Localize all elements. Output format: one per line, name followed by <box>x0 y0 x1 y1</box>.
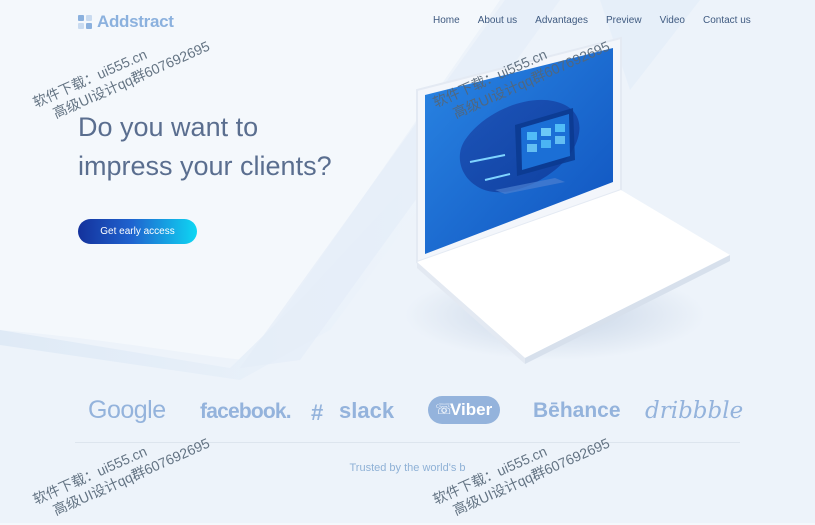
get-early-access-button[interactable]: Get early access <box>78 219 197 244</box>
logo-text: Addstract <box>97 12 174 31</box>
hero-headline-line2: impress your clients? <box>78 151 332 181</box>
dribbble-logo: dribbble <box>645 398 744 424</box>
nav-about-us[interactable]: About us <box>478 15 517 26</box>
behance-logo: Bēhance <box>533 399 621 422</box>
viber-logo-badge: ☏ Viber <box>428 396 500 424</box>
hero-headline-line1: Do you want to <box>78 112 259 142</box>
slack-logo: slack <box>339 398 395 423</box>
laptop-illustration <box>405 36 730 364</box>
slack-icon: # <box>311 400 324 425</box>
nav-home[interactable]: Home <box>433 15 460 26</box>
hero-headline: Do you want to impress your clients? <box>78 108 332 186</box>
partner-logos: Google facebook. # slack ☏ Viber Bēhance… <box>0 396 815 432</box>
viber-logo-text: Viber <box>450 400 493 419</box>
facebook-logo: facebook. <box>200 400 292 423</box>
nav-contact-us[interactable]: Contact us <box>703 15 751 26</box>
nav-preview[interactable]: Preview <box>606 15 642 26</box>
google-logo: Google <box>88 396 166 424</box>
brand-logo[interactable]: Addstract <box>78 12 174 32</box>
logo-mark-icon <box>78 15 92 29</box>
nav-video[interactable]: Video <box>660 15 685 26</box>
nav-advantages[interactable]: Advantages <box>535 15 588 26</box>
